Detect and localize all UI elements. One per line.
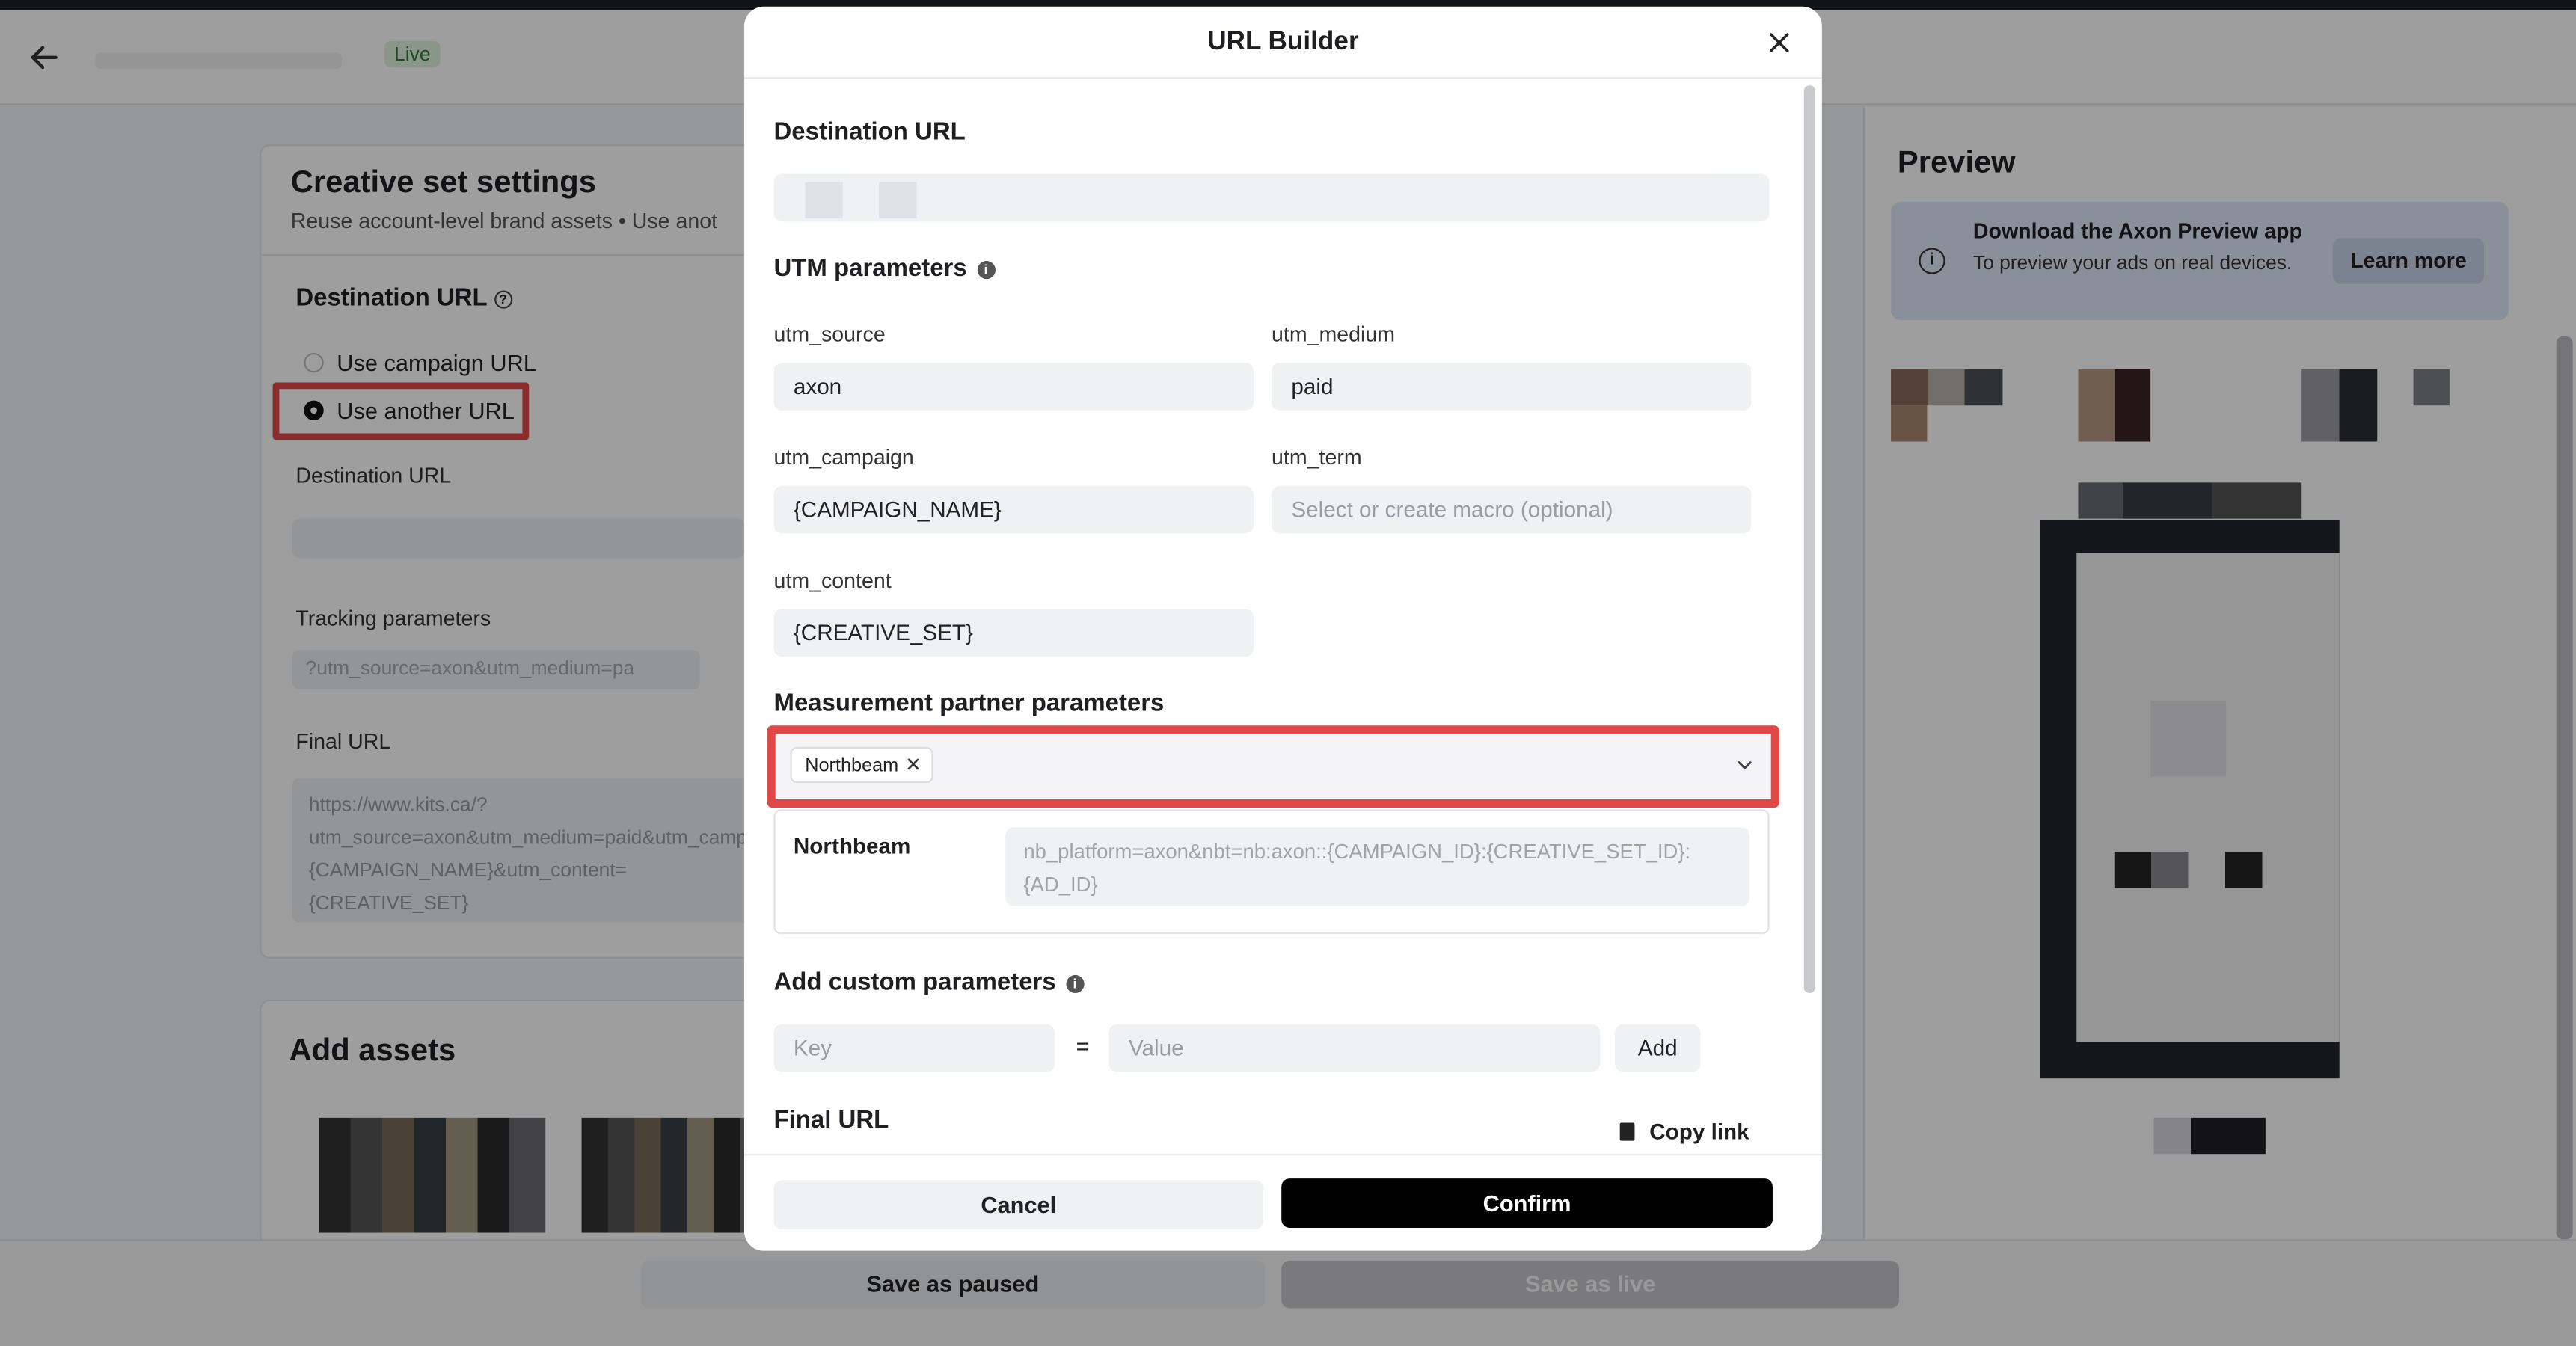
- partner-name: Northbeam: [793, 834, 911, 859]
- redacted-block: [879, 182, 917, 218]
- partner-parameter-panel: Northbeam nb_platform=axon&nbt=nb:axon::…: [773, 809, 1770, 935]
- utm-parameters-heading-text: UTM parameters: [773, 254, 967, 283]
- confirm-button[interactable]: Confirm: [1281, 1178, 1773, 1228]
- partner-parameter-value: nb_platform=axon&nbt=nb:axon::{CAMPAIGN_…: [1005, 827, 1750, 906]
- modal-footer: Cancel Confirm: [743, 1154, 1822, 1251]
- copy-link-button[interactable]: Copy link: [1619, 1119, 1749, 1144]
- annotation-highlight-partner: [767, 725, 1779, 808]
- utm-medium-label: utm_medium: [1272, 322, 1396, 347]
- info-icon[interactable]: i: [976, 261, 996, 280]
- utm-medium-input[interactable]: paid: [1272, 363, 1752, 411]
- add-parameter-button[interactable]: Add: [1615, 1024, 1701, 1072]
- utm-campaign-label: utm_campaign: [773, 444, 914, 470]
- cancel-button[interactable]: Cancel: [773, 1180, 1264, 1230]
- custom-parameters-heading: Add custom parameters i: [774, 968, 1085, 996]
- custom-parameters-heading-text: Add custom parameters: [773, 968, 1056, 997]
- modal-scrollbar[interactable]: [1803, 85, 1816, 994]
- url-builder-modal: URL Builder Destination URL UTM paramete…: [743, 6, 1822, 1251]
- equals-sign: =: [1076, 1032, 1090, 1059]
- utm-content-input[interactable]: {CREATIVE_SET}: [773, 609, 1254, 657]
- modal-body: Destination URL UTM parameters i utm_sour…: [744, 81, 1822, 1155]
- destination-url-heading: Destination URL: [773, 118, 966, 147]
- measurement-partner-heading: Measurement partner parameters: [773, 689, 1165, 718]
- custom-value-input[interactable]: [1108, 1024, 1601, 1072]
- utm-term-select[interactable]: Select or create macro (optional): [1272, 485, 1752, 534]
- utm-source-input[interactable]: axon: [773, 363, 1254, 411]
- utm-source-label: utm_source: [773, 322, 886, 347]
- modal-title: URL Builder: [1207, 28, 1359, 56]
- custom-key-input[interactable]: [773, 1024, 1055, 1072]
- redacted-block: [805, 182, 843, 218]
- info-icon[interactable]: i: [1065, 974, 1085, 994]
- destination-url-field[interactable]: [773, 173, 1770, 222]
- copy-icon: [1619, 1122, 1635, 1141]
- final-url-heading: Final URL: [773, 1106, 889, 1134]
- utm-term-label: utm_term: [1272, 444, 1362, 470]
- close-icon[interactable]: [1766, 30, 1792, 56]
- utm-parameters-heading: UTM parameters i: [773, 254, 996, 283]
- modal-header: URL Builder: [743, 7, 1822, 79]
- copy-link-label: Copy link: [1649, 1119, 1749, 1144]
- utm-content-label: utm_content: [773, 568, 892, 593]
- utm-campaign-input[interactable]: {CAMPAIGN_NAME}: [773, 485, 1254, 534]
